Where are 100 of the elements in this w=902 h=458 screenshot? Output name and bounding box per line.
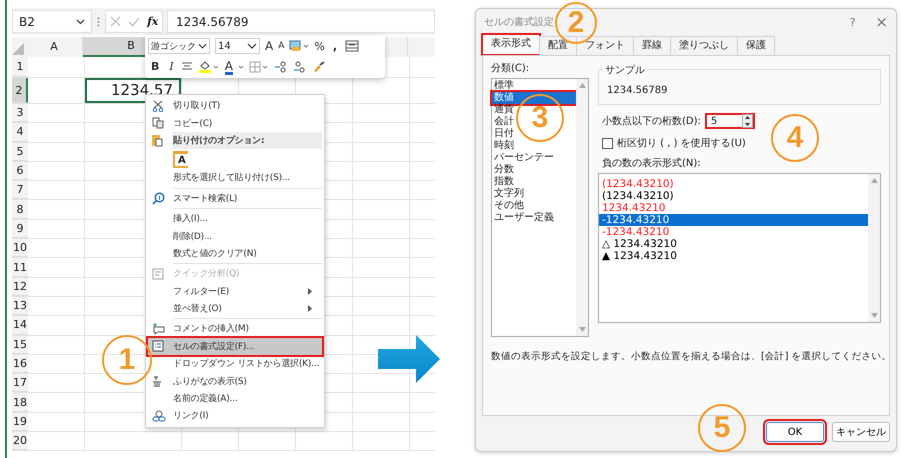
category-item[interactable]: 指数 bbox=[492, 176, 514, 188]
comma-button[interactable]: , bbox=[330, 40, 340, 53]
font-size-dropdown[interactable]: 14 bbox=[215, 38, 260, 54]
category-item[interactable]: その他 bbox=[492, 200, 524, 212]
submenu-arrow-icon bbox=[308, 288, 312, 295]
chart-icon bbox=[152, 268, 164, 280]
grip-icon bbox=[97, 16, 100, 26]
format-option[interactable]: 1234.43210 bbox=[599, 202, 868, 214]
row-header[interactable]: 15 bbox=[12, 336, 28, 354]
row-header[interactable]: 17 bbox=[12, 374, 28, 392]
menu-item[interactable]: コメントの挿入(M) bbox=[148, 320, 322, 338]
row-header[interactable]: 7 bbox=[12, 181, 28, 200]
menu-item[interactable]: セルの書式設定(F)... bbox=[148, 338, 322, 356]
row-header[interactable]: 14 bbox=[12, 316, 28, 335]
row-header[interactable]: 20 bbox=[12, 432, 28, 450]
spin-arrows-icon[interactable] bbox=[742, 114, 753, 128]
row-header[interactable]: 1 bbox=[12, 57, 28, 77]
name-box[interactable]: B2 bbox=[12, 10, 92, 33]
format-option[interactable]: △ 1234.43210 bbox=[599, 238, 868, 250]
menu-item[interactable]: 形式を選択して貼り付け(S)... bbox=[148, 169, 322, 187]
font-dropdown[interactable]: 游ゴシック bbox=[148, 38, 210, 54]
step-number: 4 bbox=[771, 114, 819, 162]
paste-option-button[interactable]: A bbox=[173, 150, 188, 168]
category-item[interactable]: 会計 bbox=[492, 116, 514, 128]
sample-label: サンプル bbox=[603, 63, 647, 77]
category-item[interactable]: 数値 bbox=[492, 92, 576, 104]
insert-function-button[interactable]: fx bbox=[147, 15, 158, 28]
tab[interactable]: 表示形式 bbox=[482, 34, 540, 55]
row-header[interactable]: 6 bbox=[12, 162, 28, 180]
formula-field[interactable]: 1234.56789 bbox=[167, 10, 435, 33]
fill-color-icon[interactable] bbox=[198, 60, 220, 74]
dialog-button[interactable]: OK bbox=[766, 422, 824, 442]
caret-icon bbox=[238, 64, 244, 69]
menu-item[interactable]: 並べ替え(O) bbox=[148, 300, 322, 318]
window-title: セルの書式設定 bbox=[484, 16, 554, 29]
bold-button[interactable]: B bbox=[148, 60, 162, 74]
link-icon bbox=[152, 410, 166, 422]
row-header[interactable]: 19 bbox=[12, 412, 28, 432]
row-header[interactable]: 16 bbox=[12, 354, 28, 374]
menu-item[interactable]: リンク(I) bbox=[148, 407, 322, 425]
decimal-icon[interactable] bbox=[292, 60, 307, 73]
clipboard-icon bbox=[151, 133, 163, 148]
italic-button[interactable]: I bbox=[167, 60, 176, 74]
help-button[interactable]: ? bbox=[850, 16, 856, 28]
checkbox-label: 桁区切り ( , ) を使用する(U) bbox=[617, 136, 746, 150]
menu-item[interactable]: 名前の定義(A)... bbox=[148, 390, 322, 408]
copy-icon bbox=[152, 117, 164, 130]
tab[interactable]: 保護 bbox=[737, 36, 775, 55]
menu-item[interactable]: 挿入(I)... bbox=[148, 210, 322, 228]
chevron-icon bbox=[198, 42, 207, 50]
format-option[interactable]: (1234.43210) bbox=[599, 190, 868, 202]
category-item[interactable]: 分数 bbox=[492, 164, 514, 176]
row-header[interactable]: 4 bbox=[12, 123, 28, 142]
menu-item[interactable]: 削除(D)... bbox=[148, 227, 322, 245]
row-header[interactable]: 3 bbox=[12, 104, 28, 122]
menu-item[interactable]: 数式と値のクリア(N) bbox=[148, 244, 322, 262]
search-icon bbox=[152, 192, 165, 205]
category-item[interactable]: 時刻 bbox=[492, 140, 514, 152]
menu-item[interactable]: コピー(C) bbox=[148, 114, 322, 132]
dialog-button[interactable]: キャンセル bbox=[832, 422, 890, 442]
borders-icon[interactable] bbox=[248, 60, 269, 73]
checkbox[interactable] bbox=[602, 138, 613, 148]
close-button[interactable]: × bbox=[875, 13, 888, 31]
row-header[interactable]: 12 bbox=[12, 278, 28, 296]
negative-format-label: 負の数の表示形式(N): bbox=[602, 156, 702, 170]
row-header[interactable]: 9 bbox=[12, 220, 28, 238]
decimal-places-label: 小数点以下の桁数(D): bbox=[602, 114, 701, 128]
format-option[interactable]: (1234.43210) bbox=[599, 178, 868, 190]
format-option[interactable]: -1234.43210 bbox=[599, 214, 868, 226]
row-header[interactable]: 18 bbox=[12, 393, 28, 412]
decimal-icon[interactable] bbox=[274, 60, 288, 73]
brush-icon[interactable] bbox=[312, 60, 326, 73]
row-header[interactable]: 10 bbox=[12, 239, 28, 258]
format-option[interactable]: -1234.43210 bbox=[599, 226, 868, 238]
menu-item[interactable]: スマート検索(L) bbox=[148, 190, 322, 207]
font-color-button[interactable]: A bbox=[224, 58, 233, 73]
shrink-font-button[interactable]: A bbox=[278, 41, 284, 52]
category-item[interactable]: 標準 bbox=[492, 80, 514, 92]
check-icon[interactable] bbox=[128, 16, 140, 26]
row-header[interactable]: 5 bbox=[12, 142, 28, 161]
style-icon[interactable] bbox=[289, 40, 310, 52]
format-option[interactable]: ▲ 1234.43210 bbox=[599, 250, 868, 262]
row-header[interactable]: 11 bbox=[12, 258, 28, 277]
menu-item[interactable]: フィルター(E) bbox=[148, 282, 322, 300]
align-center-icon[interactable] bbox=[180, 62, 193, 72]
category-item[interactable]: パーセンテー bbox=[492, 152, 554, 164]
category-item[interactable]: 文字列 bbox=[492, 188, 524, 200]
decimal-places-spinner[interactable]: 5 bbox=[704, 113, 755, 129]
table-icon[interactable] bbox=[345, 40, 360, 52]
grow-font-button[interactable]: A bbox=[265, 39, 274, 54]
chevron-icon bbox=[247, 42, 257, 50]
row-header[interactable]: 8 bbox=[12, 200, 28, 219]
category-label: 分類(C): bbox=[491, 62, 530, 75]
category-item[interactable]: ユーザー定義 bbox=[492, 212, 554, 224]
category-item[interactable]: 通貨 bbox=[492, 104, 514, 116]
sample-value: 1234.56789 bbox=[607, 85, 668, 96]
row-header[interactable]: 2 bbox=[12, 78, 28, 103]
percent-button[interactable]: % bbox=[314, 40, 325, 53]
row-header[interactable]: 13 bbox=[12, 296, 28, 316]
category-item[interactable]: 日付 bbox=[492, 128, 514, 140]
